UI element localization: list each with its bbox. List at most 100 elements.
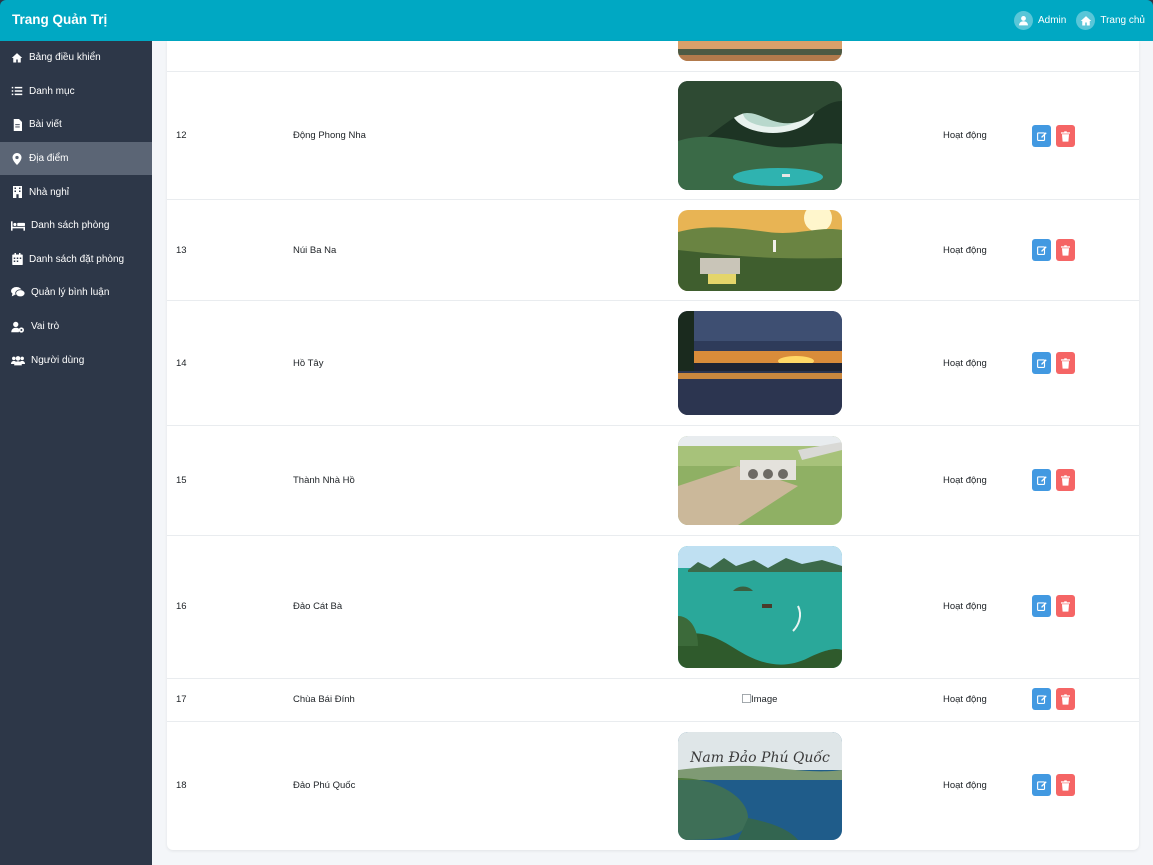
row-actions <box>1032 352 1080 374</box>
location-name: Thành Nhà Hồ <box>293 475 355 486</box>
list-icon <box>11 85 23 97</box>
edit-button[interactable] <box>1032 774 1051 796</box>
location-id: 12 <box>176 130 187 141</box>
bed-icon <box>11 220 25 232</box>
building-icon <box>11 186 23 199</box>
row-actions <box>1032 595 1080 617</box>
row-actions <box>1032 688 1080 710</box>
location-name: Đảo Phú Quốc <box>293 780 356 791</box>
main-content: 12 Động Phong Nha Hoạt động 13 Núi Ba Na… <box>152 41 1153 865</box>
sidebar-item-categories[interactable]: Danh mục <box>0 75 152 109</box>
row-actions <box>1032 125 1080 147</box>
location-name: Động Phong Nha <box>293 130 366 141</box>
table-row: 13 Núi Ba Na Hoạt động <box>167 200 1139 301</box>
file-icon <box>11 118 23 131</box>
admin-link[interactable]: Admin <box>1013 11 1066 30</box>
edit-button[interactable] <box>1032 595 1051 617</box>
status-label: Hoạt động <box>943 780 987 791</box>
delete-button[interactable] <box>1056 239 1075 261</box>
sidebar-item-label: Danh sách phòng <box>31 220 110 232</box>
brand-title[interactable]: Trang Quản Trị <box>12 12 107 27</box>
table-row: 18 Đảo Phú Quốc Nam Đảo Phú Quốc Hoạt độ… <box>167 722 1139 850</box>
location-name: Đảo Cát Bà <box>293 601 343 612</box>
location-id: 18 <box>176 780 187 791</box>
sidebar-item-posts[interactable]: Bài viết <box>0 108 152 142</box>
location-id: 14 <box>176 358 187 369</box>
status-label: Hoạt động <box>943 694 987 705</box>
home-link[interactable]: Trang chủ <box>1076 11 1145 30</box>
image-alt-text: Image <box>751 694 778 705</box>
sidebar-item-users[interactable]: Người dùng <box>0 343 152 377</box>
trash-icon <box>1061 357 1070 369</box>
users-icon <box>11 354 25 366</box>
delete-button[interactable] <box>1056 774 1075 796</box>
sidebar-item-rooms[interactable]: Danh sách phòng <box>0 209 152 243</box>
edit-button[interactable] <box>1032 352 1051 374</box>
home-icon <box>11 52 23 64</box>
sidebar-item-label: Bảng điều khiển <box>29 52 101 64</box>
sidebar-item-label: Quản lý bình luận <box>31 287 110 299</box>
row-actions <box>1032 239 1080 261</box>
location-name: Chùa Bái Đính <box>293 694 355 705</box>
location-image <box>678 546 842 668</box>
comments-icon <box>11 287 25 299</box>
map-marker-icon <box>11 152 23 165</box>
calendar-icon <box>11 253 23 266</box>
top-right-links: Admin Trang chủ <box>1004 11 1145 30</box>
broken-image-icon <box>742 694 751 703</box>
location-id: 17 <box>176 694 187 705</box>
edit-icon <box>1036 602 1047 611</box>
table-row <box>167 41 1139 72</box>
delete-button[interactable] <box>1056 352 1075 374</box>
status-label: Hoạt động <box>943 358 987 369</box>
trash-icon <box>1061 130 1070 142</box>
table-row: 14 Hồ Tây Hoạt động <box>167 301 1139 426</box>
status-label: Hoạt động <box>943 130 987 141</box>
edit-icon <box>1036 781 1047 790</box>
status-label: Hoạt động <box>943 245 987 256</box>
trash-icon <box>1061 474 1070 486</box>
edit-icon <box>1036 132 1047 141</box>
location-name: Núi Ba Na <box>293 245 337 256</box>
location-image <box>678 210 842 291</box>
location-image <box>678 311 842 415</box>
sidebar: Bảng điều khiển Danh mục Bài viết Địa đi… <box>0 41 152 865</box>
location-name: Hồ Tây <box>293 358 324 369</box>
sidebar-item-label: Danh sách đặt phòng <box>29 253 125 265</box>
sidebar-item-label: Danh mục <box>29 85 75 97</box>
table-row: 12 Động Phong Nha Hoạt động <box>167 72 1139 200</box>
edit-icon <box>1036 359 1047 368</box>
location-id: 15 <box>176 475 187 486</box>
edit-button[interactable] <box>1032 469 1051 491</box>
edit-icon <box>1036 246 1047 255</box>
delete-button[interactable] <box>1056 595 1075 617</box>
location-id: 13 <box>176 245 187 256</box>
table-row: 15 Thành Nhà Hồ Hoạt động <box>167 426 1139 536</box>
delete-button[interactable] <box>1056 125 1075 147</box>
status-label: Hoạt động <box>943 475 987 486</box>
user-icon <box>1013 11 1033 30</box>
location-id: 16 <box>176 601 187 612</box>
sidebar-item-roles[interactable]: Vai trò <box>0 310 152 344</box>
edit-button[interactable] <box>1032 688 1051 710</box>
row-actions <box>1032 774 1080 796</box>
edit-icon <box>1036 476 1047 485</box>
delete-button[interactable] <box>1056 688 1075 710</box>
broken-image: Image <box>742 694 777 705</box>
row-actions <box>1032 469 1080 491</box>
sidebar-item-locations[interactable]: Địa điểm <box>0 141 152 176</box>
sidebar-item-bookings[interactable]: Danh sách đặt phòng <box>0 243 152 277</box>
location-image <box>678 41 842 61</box>
sidebar-item-comments[interactable]: Quản lý bình luận <box>0 276 152 310</box>
image-caption: Nam Đảo Phú Quốc <box>689 749 830 766</box>
locations-table: 12 Động Phong Nha Hoạt động 13 Núi Ba Na… <box>167 41 1139 850</box>
sidebar-item-label: Địa điểm <box>29 153 69 165</box>
sidebar-item-guesthouses[interactable]: Nhà nghỉ <box>0 175 152 209</box>
sidebar-item-dashboard[interactable]: Bảng điều khiển <box>0 41 152 75</box>
delete-button[interactable] <box>1056 469 1075 491</box>
edit-button[interactable] <box>1032 239 1051 261</box>
edit-button[interactable] <box>1032 125 1051 147</box>
sidebar-item-label: Người dùng <box>31 354 85 366</box>
trash-icon <box>1061 779 1070 791</box>
sidebar-item-label: Nhà nghỉ <box>29 186 70 198</box>
